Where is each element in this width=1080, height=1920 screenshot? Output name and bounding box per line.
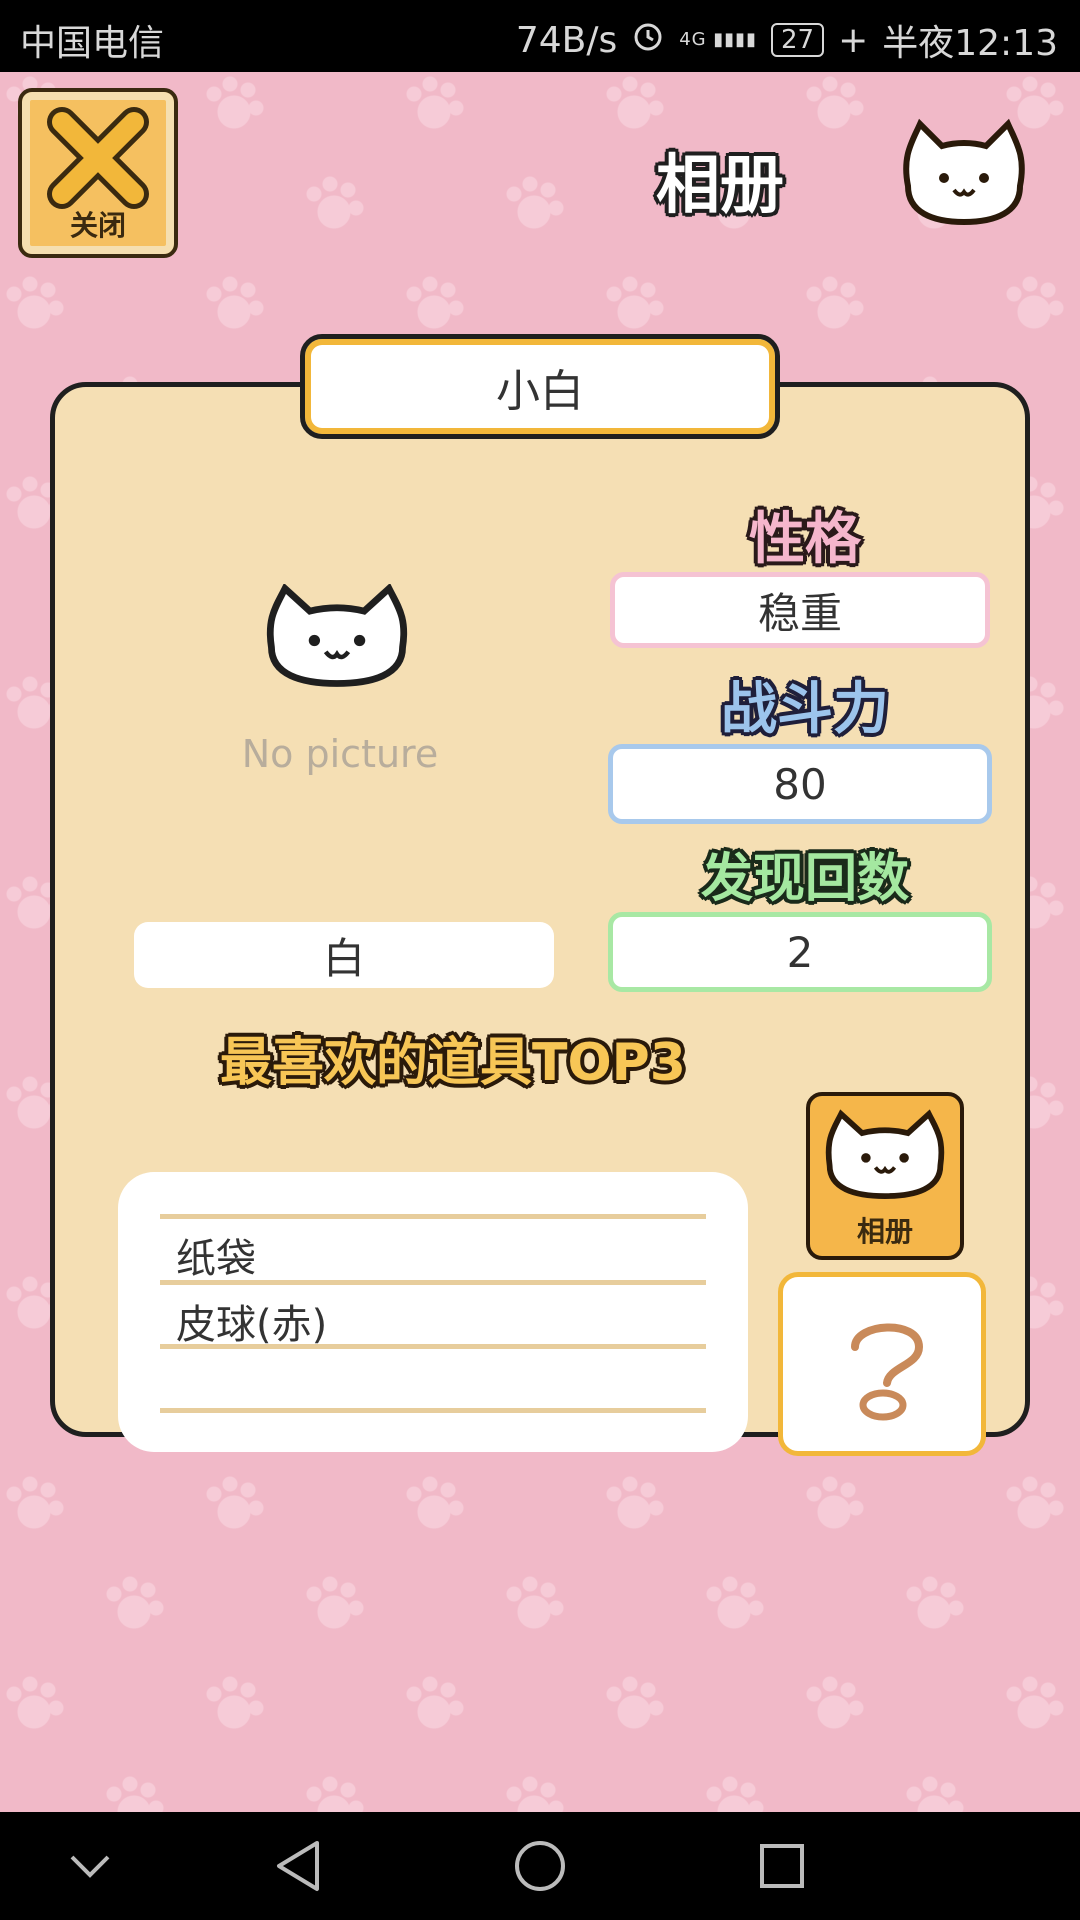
cat-face-icon xyxy=(825,1109,945,1199)
visits-value: 2 xyxy=(786,927,814,977)
list-divider xyxy=(160,1280,706,1285)
close-button[interactable]: 关闭 xyxy=(18,88,178,258)
cat-name-tab: 小白 xyxy=(300,334,780,439)
personality-value-box: 稳重 xyxy=(610,572,990,648)
album-screen: 关闭 相册 小白 No picture 性格 稳重 战斗力 80 发现回数 2 … xyxy=(0,72,1080,1812)
charging-icon: + xyxy=(838,19,869,61)
square-recent-icon[interactable] xyxy=(752,1836,812,1896)
cat-portrait-icon xyxy=(262,583,412,692)
list-divider xyxy=(160,1214,706,1219)
battery-icon: 27 xyxy=(770,23,825,57)
personality-heading: 性格 xyxy=(749,507,861,572)
visits-heading: 发现回数 xyxy=(700,849,909,909)
close-label: 关闭 xyxy=(69,209,126,242)
cat-face-icon xyxy=(898,116,1030,232)
personality-value: 稳重 xyxy=(757,588,842,638)
status-right: 74B/s 4G ▮▮▮▮ 27 + 半夜12:13 xyxy=(516,14,1058,66)
signal-label: 4G xyxy=(679,29,707,50)
favorites-list: 纸袋 皮球(赤) xyxy=(118,1172,748,1452)
cat-name: 小白 xyxy=(496,365,584,417)
visits-value-box: 2 xyxy=(608,912,992,992)
circle-home-icon[interactable] xyxy=(510,1836,570,1896)
status-bar: 中国电信 74B/s 4G ▮▮▮▮ 27 + 半夜12:13 xyxy=(0,0,1080,72)
triangle-back-icon[interactable] xyxy=(268,1836,328,1896)
page-title: 相册 xyxy=(656,149,784,223)
alarm-icon xyxy=(631,19,665,62)
power-value-box: 80 xyxy=(608,744,992,824)
favorite-item-2: 皮球(赤) xyxy=(176,1302,328,1348)
battery-level: 27 xyxy=(780,25,815,55)
list-divider xyxy=(160,1344,706,1349)
color-value-box: 白 xyxy=(134,922,554,988)
system-nav-bar xyxy=(0,1812,1080,1920)
chevron-down-icon[interactable] xyxy=(60,1836,120,1896)
unknown-item-slot[interactable] xyxy=(778,1272,986,1456)
no-picture-text: No picture xyxy=(241,732,439,776)
color-value: 白 xyxy=(322,933,365,983)
power-value: 80 xyxy=(773,759,827,809)
album-button[interactable]: 相册 xyxy=(806,1092,964,1260)
carrier-name: 中国电信 xyxy=(20,23,165,64)
net-speed: 74B/s xyxy=(515,19,618,61)
favorites-heading: 最喜欢的道具TOP3 xyxy=(220,1033,686,1093)
close-x-icon xyxy=(47,107,149,209)
album-label: 相册 xyxy=(856,1215,913,1248)
signal-icon: 4G ▮▮▮▮ xyxy=(679,29,757,50)
list-divider xyxy=(160,1408,706,1413)
question-mark-icon xyxy=(851,1323,924,1421)
clock: 半夜12:13 xyxy=(882,23,1058,64)
favorite-item-1: 纸袋 xyxy=(176,1236,256,1282)
power-heading: 战斗力 xyxy=(721,677,889,742)
